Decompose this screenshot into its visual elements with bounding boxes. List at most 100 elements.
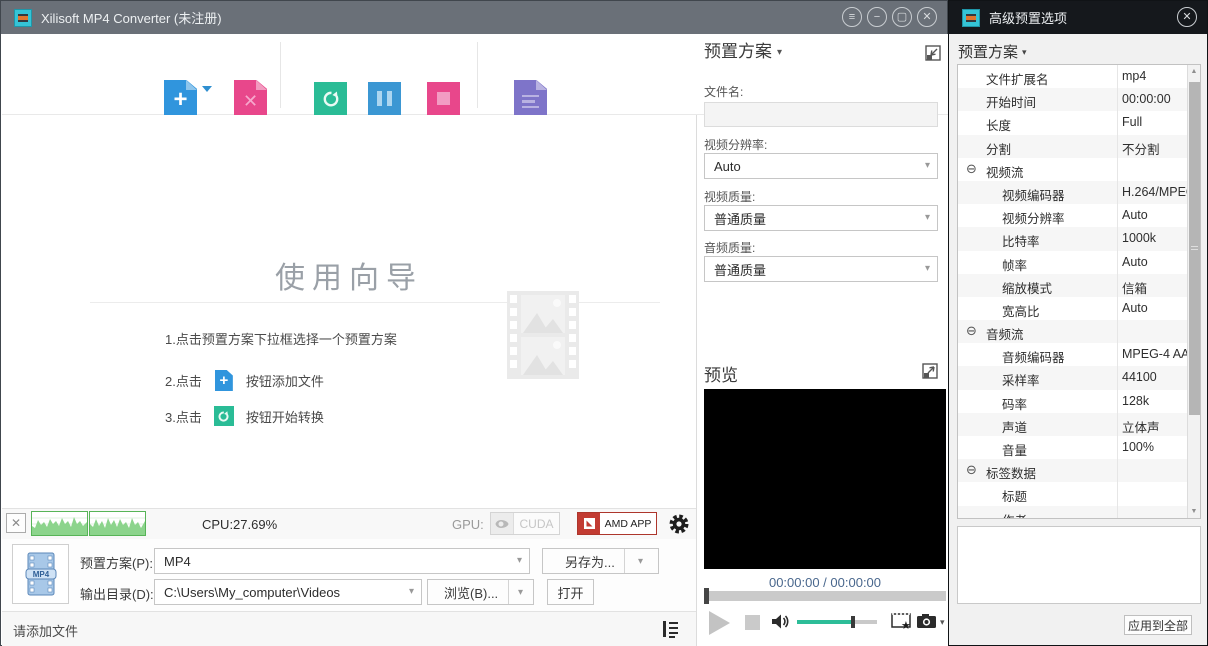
section-collapse-icon[interactable]: ⊖ bbox=[966, 463, 977, 477]
table-row[interactable]: 缩放模式信箱 bbox=[958, 274, 1188, 297]
collapse-panel-icon[interactable] bbox=[925, 45, 941, 61]
cuda-toggle[interactable]: CUDA bbox=[490, 512, 560, 535]
row-label: 视频分辨率 bbox=[1002, 208, 1065, 227]
volume-slider-fill[interactable] bbox=[797, 620, 852, 624]
snapshot-folder-icon[interactable]: ★ bbox=[891, 611, 913, 630]
advanced-titlebar[interactable]: 高级预置选项 ✕ bbox=[949, 1, 1207, 34]
wizard-title: 使用向导 bbox=[2, 253, 696, 297]
preview-video-area[interactable] bbox=[704, 389, 946, 569]
volume-handle[interactable] bbox=[851, 616, 855, 628]
main-titlebar[interactable]: Xilisoft MP4 Converter (未注册) ≡ − ▢ ✕ bbox=[1, 1, 947, 34]
table-section-row[interactable]: ⊖标签数据 bbox=[958, 459, 1188, 482]
save-as-caret[interactable]: ▾ bbox=[638, 557, 643, 567]
camera-options-caret[interactable]: ▾ bbox=[940, 617, 945, 628]
table-row[interactable]: 开始时间00:00:00 bbox=[958, 88, 1188, 111]
window-title: Xilisoft MP4 Converter (未注册) bbox=[41, 8, 222, 27]
row-label: 分割 bbox=[986, 139, 1011, 158]
seek-handle[interactable] bbox=[704, 588, 709, 604]
section-collapse-icon[interactable]: ⊖ bbox=[966, 324, 977, 338]
table-scrollbar[interactable]: ▲ ▼ bbox=[1187, 65, 1200, 518]
table-row[interactable]: 比特率1000k bbox=[958, 227, 1188, 250]
save-as-button[interactable]: 另存为... ▾ bbox=[542, 548, 659, 574]
row-value: Auto bbox=[1122, 255, 1188, 269]
table-row[interactable]: 文件扩展名mp4 bbox=[958, 65, 1188, 88]
row-value: H.264/MPEG bbox=[1122, 185, 1188, 199]
table-row[interactable]: 采样率44100 bbox=[958, 366, 1188, 389]
stop-preview-button[interactable] bbox=[745, 615, 760, 630]
table-row[interactable]: 帧率 Auto bbox=[958, 251, 1188, 274]
resolution-select[interactable]: Auto▾ bbox=[704, 153, 938, 179]
preset-select[interactable]: MP4▾ bbox=[154, 548, 530, 574]
audio-quality-label: 音频质量: bbox=[704, 239, 755, 256]
table-row[interactable]: 分割 不分割 bbox=[958, 135, 1188, 158]
expand-preview-icon[interactable] bbox=[922, 363, 938, 379]
amd-app-toggle[interactable]: AMD APP bbox=[577, 512, 657, 535]
table-row[interactable]: 作者 bbox=[958, 506, 1188, 519]
video-quality-label: 视频质量: bbox=[704, 188, 755, 205]
hide-graph-button[interactable]: ✕ bbox=[6, 513, 26, 533]
row-value: 1000k bbox=[1122, 231, 1188, 245]
status-message: 请添加文件 bbox=[13, 621, 78, 640]
add-dropdown-caret[interactable] bbox=[202, 86, 212, 92]
table-row[interactable]: 标题 bbox=[958, 482, 1188, 505]
filename-input[interactable] bbox=[704, 102, 938, 127]
format-thumbnail[interactable]: MP4 bbox=[12, 544, 69, 604]
cpu-usage: CPU:27.69% bbox=[202, 517, 277, 532]
scroll-up-arrow[interactable]: ▲ bbox=[1188, 68, 1200, 75]
scrollbar-thumb[interactable] bbox=[1189, 82, 1200, 415]
minimize-button[interactable]: − bbox=[867, 7, 887, 27]
convert-mini-icon bbox=[214, 406, 234, 426]
browse-caret[interactable]: ▾ bbox=[518, 588, 523, 598]
play-button[interactable] bbox=[709, 611, 730, 635]
row-label: 标题 bbox=[1002, 486, 1027, 505]
table-row[interactable]: 声道立体声 bbox=[958, 413, 1188, 436]
cpu-graph-2 bbox=[89, 511, 146, 536]
profile-doc-icon bbox=[514, 80, 547, 117]
video-quality-select[interactable]: 普通质量▾ bbox=[704, 205, 938, 231]
audio-quality-select[interactable]: 普通质量▾ bbox=[704, 256, 938, 282]
seek-bar[interactable] bbox=[704, 591, 946, 601]
table-row[interactable]: 视频编码器H.264/MPEG bbox=[958, 181, 1188, 204]
wizard-step-3: 3.点击 按钮开始转换 bbox=[165, 406, 324, 426]
table-row[interactable]: 宽高比Auto bbox=[958, 297, 1188, 320]
settings-gear-icon[interactable] bbox=[668, 513, 690, 535]
menu-button[interactable]: ≡ bbox=[842, 7, 862, 27]
row-value: mp4 bbox=[1122, 69, 1188, 83]
table-section-row[interactable]: ⊖音频流 bbox=[958, 320, 1188, 343]
file-list-area[interactable]: 使用向导 1.点击预置方案下拉框选择一个预置方案 2.点击 + 按钮添加文件 3… bbox=[2, 115, 696, 508]
maximize-button[interactable]: ▢ bbox=[892, 7, 912, 27]
main-window: Xilisoft MP4 Converter (未注册) ≡ − ▢ ✕ + 添… bbox=[0, 0, 948, 646]
svg-text:★: ★ bbox=[901, 620, 911, 630]
row-label: 码率 bbox=[1002, 394, 1027, 413]
close-button[interactable]: ✕ bbox=[917, 7, 937, 27]
apply-to-all-button[interactable]: 应用到全部 bbox=[1124, 615, 1192, 635]
table-row[interactable]: 码率128k bbox=[958, 390, 1188, 413]
row-value: 100% bbox=[1122, 440, 1188, 454]
row-label: 帧率 bbox=[1002, 255, 1027, 274]
table-row[interactable]: 长度Full bbox=[958, 111, 1188, 134]
remove-file-icon: ✕ bbox=[234, 80, 267, 117]
advanced-preset-window: 高级预置选项 ✕ 预置方案▾ 文件扩展名mp4开始时间00:00:00长度Ful… bbox=[948, 0, 1208, 646]
camera-icon[interactable] bbox=[916, 613, 937, 629]
table-row[interactable]: 视频分辨率Auto bbox=[958, 204, 1188, 227]
advanced-close-button[interactable]: ✕ bbox=[1177, 7, 1197, 27]
table-row[interactable]: 音频编码器MPEG-4 AAC bbox=[958, 343, 1188, 366]
scroll-down-arrow[interactable]: ▼ bbox=[1188, 508, 1200, 515]
preset-panel-title[interactable]: 预置方案▾ bbox=[704, 37, 782, 62]
preview-time: 00:00:00 / 00:00:00 bbox=[704, 575, 946, 590]
amd-icon bbox=[578, 513, 600, 534]
filename-label: 文件名: bbox=[704, 83, 743, 100]
advanced-preset-dropdown[interactable]: 预置方案▾ bbox=[958, 41, 1027, 62]
table-section-row[interactable]: ⊖视频流 bbox=[958, 158, 1188, 181]
browse-button[interactable]: 浏览(B)... ▾ bbox=[427, 579, 534, 605]
volume-icon[interactable] bbox=[771, 613, 791, 630]
section-collapse-icon[interactable]: ⊖ bbox=[966, 162, 977, 176]
row-value: Full bbox=[1122, 115, 1188, 129]
table-row[interactable]: 音量100% bbox=[958, 436, 1188, 459]
output-dir-select[interactable]: C:\Users\My_computer\Videos▾ bbox=[154, 579, 422, 605]
volume-slider-track[interactable] bbox=[852, 620, 877, 624]
open-button[interactable]: 打开 bbox=[547, 579, 594, 605]
description-textarea[interactable] bbox=[957, 526, 1201, 604]
row-value: 不分割 bbox=[1122, 139, 1188, 158]
task-list-icon[interactable] bbox=[662, 619, 679, 639]
